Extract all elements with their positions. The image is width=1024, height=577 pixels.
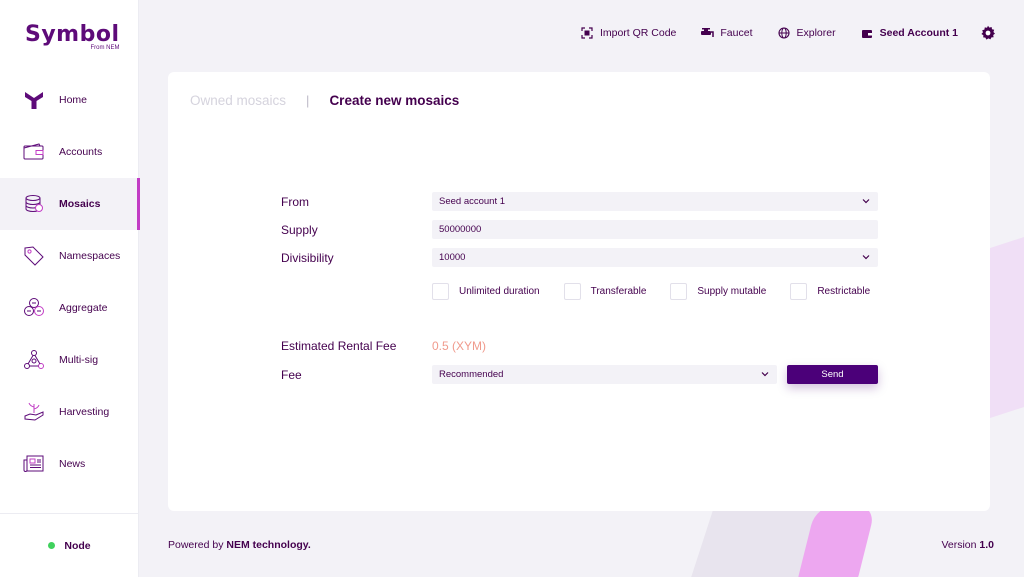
aggregate-icon — [22, 296, 46, 320]
tab-owned-mosaics[interactable]: Owned mosaics — [190, 93, 286, 108]
import-qr-code-link[interactable]: Import QR Code — [580, 26, 676, 40]
qr-scan-icon — [580, 26, 594, 40]
harvesting-icon — [22, 400, 46, 424]
wallet-icon — [22, 140, 46, 164]
sidebar-nav: Home Accounts Mosaics Namespaces Aggrega… — [0, 74, 140, 490]
checkbox-box[interactable] — [790, 283, 808, 300]
account-selector[interactable]: Seed Account 1 — [860, 26, 958, 40]
sidebar-item-label: Aggregate — [59, 302, 108, 314]
version-number: 1.0 — [979, 539, 994, 551]
fee-value: Recommended — [439, 369, 504, 380]
sidebar-item-mosaics[interactable]: Mosaics — [0, 178, 140, 230]
unlimited-duration-checkbox[interactable]: Unlimited duration — [432, 283, 540, 300]
explorer-link[interactable]: Explorer — [777, 26, 836, 40]
rental-fee-value: 0.5 (XYM) — [432, 339, 487, 353]
sidebar-item-multisig[interactable]: Multi-sig — [0, 334, 139, 386]
globe-icon — [777, 26, 791, 40]
restrictable-checkbox[interactable]: Restrictable — [790, 283, 870, 300]
sidebar-item-namespaces[interactable]: Namespaces — [0, 230, 139, 282]
checkbox-box[interactable] — [563, 283, 581, 300]
divisibility-value: 10000 — [439, 252, 466, 263]
version-info: Version 1.0 — [941, 539, 994, 551]
sidebar-item-home[interactable]: Home — [0, 74, 139, 126]
checkbox-label: Unlimited duration — [459, 286, 540, 297]
mosaics-card: Owned mosaics | Create new mosaics From … — [168, 72, 990, 511]
sidebar-item-aggregate[interactable]: Aggregate — [0, 282, 139, 334]
explorer-label: Explorer — [796, 27, 836, 39]
checkbox-label: Transferable — [590, 286, 647, 297]
sidebar-item-news[interactable]: News — [0, 438, 139, 490]
supply-label: Supply — [281, 223, 318, 237]
tag-icon — [22, 244, 46, 268]
node-label: Node — [64, 539, 91, 552]
supply-mutable-checkbox[interactable]: Supply mutable — [670, 283, 766, 300]
fee-select[interactable]: Recommended — [432, 365, 777, 384]
sidebar-item-label: Home — [59, 94, 88, 106]
wallet-icon — [860, 26, 874, 40]
chevron-down-icon — [862, 199, 870, 204]
account-name: Seed Account 1 — [879, 27, 958, 39]
mosaic-tabs: Owned mosaics | Create new mosaics — [190, 93, 459, 108]
coins-icon — [22, 192, 46, 216]
from-select[interactable]: Seed account 1 — [432, 192, 878, 211]
tab-separator: | — [306, 93, 310, 108]
transferable-checkbox[interactable]: Transferable — [563, 283, 647, 300]
supply-input[interactable]: 50000000 — [432, 220, 878, 239]
faucet-label: Faucet — [720, 27, 753, 39]
sidebar-item-accounts[interactable]: Accounts — [0, 126, 139, 178]
from-label: From — [281, 195, 309, 209]
sidebar-item-label: Harvesting — [59, 406, 110, 418]
gear-icon[interactable] — [980, 25, 996, 41]
logo-wordmark: Symbol — [25, 22, 120, 47]
symbol-logo[interactable]: Symbol From NEM — [25, 22, 120, 51]
chevron-down-icon — [761, 372, 769, 377]
node-status-dot — [48, 542, 56, 549]
from-value: Seed account 1 — [439, 196, 506, 207]
mosaic-flags: Unlimited duration Transferable Supply m… — [432, 283, 870, 300]
background-ribbon-pink — [793, 505, 877, 577]
send-button[interactable]: Send — [787, 365, 878, 384]
faucet-icon — [700, 26, 715, 40]
background-shape — [685, 505, 855, 577]
fee-label: Fee — [281, 368, 302, 382]
sidebar-item-label: Multi-sig — [59, 354, 99, 366]
news-icon — [22, 452, 46, 476]
divisibility-label: Divisibility — [281, 251, 334, 265]
faucet-link[interactable]: Faucet — [700, 26, 753, 40]
tab-create-new-mosaics[interactable]: Create new mosaics — [329, 93, 459, 108]
version-prefix: Version — [941, 539, 980, 551]
sidebar-item-harvesting[interactable]: Harvesting — [0, 386, 139, 438]
sidebar-item-label: Accounts — [59, 146, 103, 158]
checkbox-box[interactable] — [432, 283, 449, 300]
rental-fee-label: Estimated Rental Fee — [281, 339, 397, 353]
checkbox-label: Supply mutable — [697, 286, 767, 297]
chevron-down-icon — [862, 255, 870, 260]
multisig-icon — [22, 348, 46, 372]
top-bar: Import QR Code Faucet Explorer Seed Acco… — [139, 18, 996, 48]
home-icon — [22, 88, 46, 112]
checkbox-label: Restrictable — [817, 286, 871, 297]
powered-by-brand: NEM technology. — [226, 539, 311, 551]
import-qr-code-label: Import QR Code — [599, 27, 677, 39]
divisibility-select[interactable]: 10000 — [432, 248, 878, 267]
checkbox-box[interactable] — [670, 283, 688, 300]
node-status[interactable]: Node — [0, 513, 139, 577]
supply-value: 50000000 — [439, 224, 482, 235]
sidebar: Symbol From NEM Home Accounts Mosaics Na… — [0, 0, 140, 577]
sidebar-item-label: News — [59, 458, 86, 470]
sidebar-item-label: Mosaics — [59, 198, 101, 210]
sidebar-item-label: Namespaces — [59, 250, 121, 262]
powered-by-prefix: Powered by — [168, 539, 227, 551]
powered-by: Powered by NEM technology. — [168, 539, 311, 551]
